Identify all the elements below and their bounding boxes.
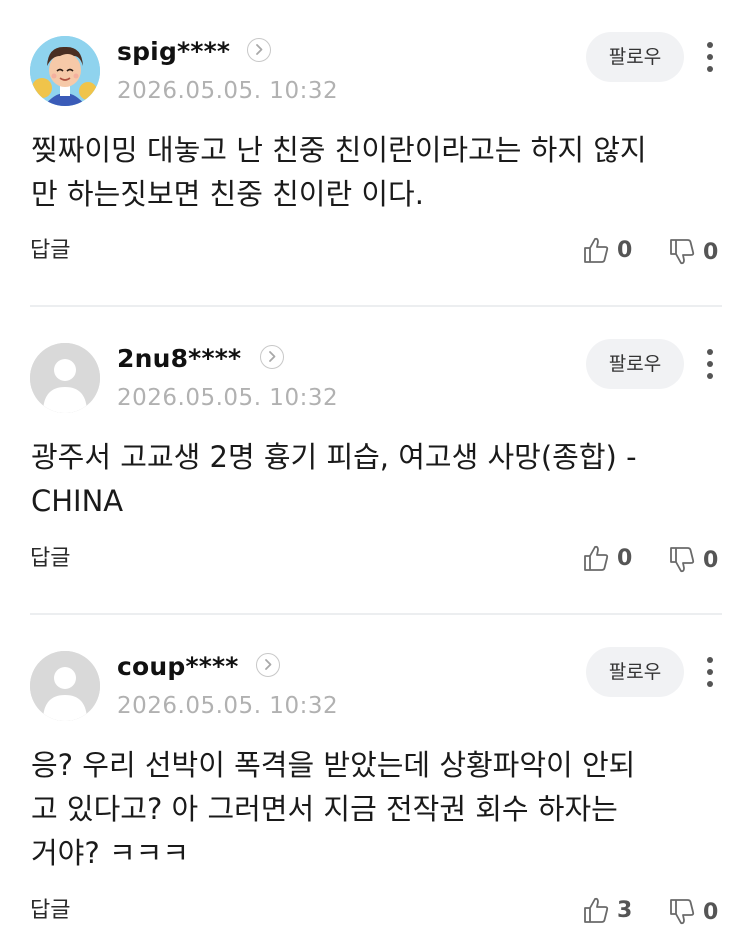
comment-text: 찢짜이밍 대놓고 난 친중 친이란이라고는 하지 않지 만 하는짓보면 친중 친… (31, 133, 647, 211)
reply-button[interactable]: 답글 (30, 236, 70, 266)
dislike-count: 0 (703, 900, 719, 925)
avatar[interactable] (30, 343, 100, 413)
dislike-button[interactable]: 0 (669, 544, 729, 578)
default-avatar-icon (30, 651, 100, 721)
comment-text: 응? 우리 선박이 폭격을 받았는데 상황파악이 안되 고 있다고? 아 그러면… (31, 748, 636, 870)
dislike-count: 0 (703, 548, 719, 573)
comment-timestamp: 2026.05.05. 10:32 (117, 78, 339, 104)
username[interactable]: coup**** (117, 651, 239, 683)
username[interactable]: spig**** (117, 36, 230, 68)
avatar[interactable] (30, 36, 100, 106)
dislike-button[interactable]: 0 (669, 896, 729, 930)
comment-text: 광주서 고교생 2명 흉기 피습, 여고생 사망(종합) - CHINA (31, 440, 637, 518)
follow-button[interactable]: 팔로우 (586, 647, 684, 697)
follow-button[interactable]: 팔로우 (586, 339, 684, 389)
dislike-count: 0 (703, 240, 719, 265)
thumbs-down-icon (670, 239, 695, 265)
like-button[interactable]: 3 (583, 894, 643, 928)
more-vertical-icon[interactable] (700, 347, 720, 381)
comment-item: coup**** 2026.05.05. 10:32 팔로우 응? 우리 선박이… (0, 615, 750, 952)
avatar[interactable] (30, 651, 100, 721)
thumbs-up-icon (584, 237, 609, 263)
dislike-button[interactable]: 0 (669, 236, 729, 270)
like-button[interactable]: 0 (583, 234, 643, 268)
like-count: 3 (617, 898, 633, 923)
follow-button[interactable]: 팔로우 (586, 32, 684, 82)
comment-item: 2nu8**** 2026.05.05. 10:32 팔로우 광주서 고교생 2… (0, 307, 750, 615)
thumbs-down-icon (670, 899, 695, 925)
default-avatar-icon (30, 343, 100, 413)
comment-timestamp: 2026.05.05. 10:32 (117, 693, 339, 719)
username[interactable]: 2nu8**** (117, 343, 241, 375)
like-count: 0 (617, 238, 633, 263)
thumbs-down-icon (670, 547, 695, 573)
chevron-right-icon[interactable] (260, 345, 284, 369)
comment-item: spig**** 2026.05.05. 10:32 팔로우 찢짜이밍 대놓고 … (0, 0, 750, 307)
thumbs-up-icon (584, 897, 609, 923)
chevron-right-icon[interactable] (256, 653, 280, 677)
like-count: 0 (617, 546, 633, 571)
comment-timestamp: 2026.05.05. 10:32 (117, 385, 339, 411)
reply-button[interactable]: 답글 (30, 896, 70, 926)
chevron-right-icon[interactable] (247, 38, 271, 62)
reply-button[interactable]: 답글 (30, 544, 70, 574)
like-button[interactable]: 0 (583, 542, 643, 576)
more-vertical-icon[interactable] (700, 655, 720, 689)
more-vertical-icon[interactable] (700, 40, 720, 74)
thumbs-up-icon (584, 545, 609, 571)
cartoon-avatar-image (30, 36, 100, 106)
